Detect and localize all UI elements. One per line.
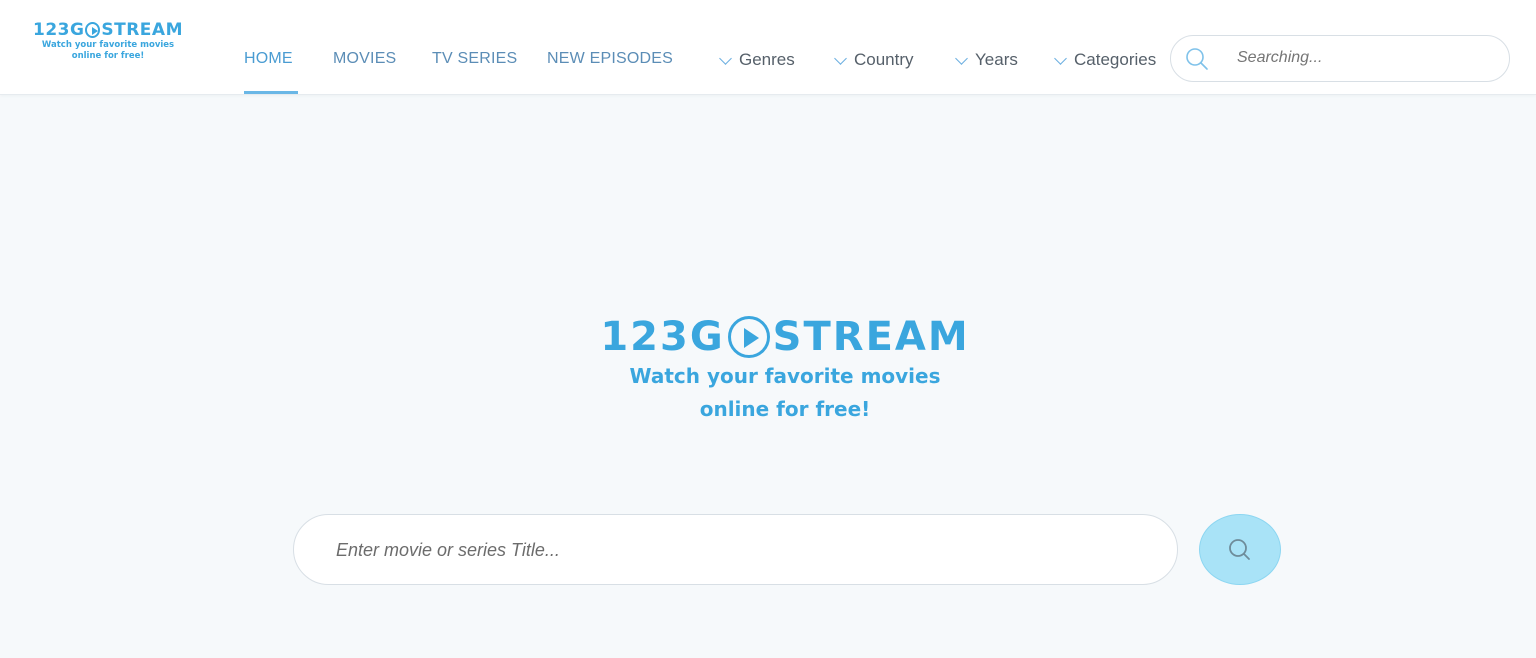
nav-item-new-episodes[interactable]: NEW EPISODES	[547, 50, 673, 68]
dropdown-categories[interactable]: Categories	[1054, 50, 1157, 70]
dropdown-genres-label: Genres	[739, 50, 795, 69]
dropdown-years[interactable]: Years	[955, 50, 1018, 70]
hero-search-button[interactable]	[1199, 514, 1281, 585]
search-icon	[1229, 538, 1250, 560]
site-logo[interactable]: 123G STREAM Watch your favorite movies on…	[33, 20, 183, 62]
hero-logo-wordmark: 123G STREAM	[560, 314, 1010, 360]
header-search-box[interactable]	[1170, 35, 1510, 82]
chevron-down-icon	[955, 51, 968, 65]
chevron-down-icon	[719, 51, 732, 65]
logo-text-right: STREAM	[101, 20, 183, 40]
nav-item-home[interactable]: HOME	[244, 50, 293, 68]
hero-tagline-line1: Watch your favorite movies	[629, 364, 941, 388]
chevron-down-icon	[834, 51, 847, 65]
logo-tagline-line2: online for free!	[71, 51, 145, 61]
dropdown-genres[interactable]: Genres	[719, 50, 795, 70]
header-search-input[interactable]	[1237, 46, 1487, 70]
nav-item-tv-series[interactable]: TV SERIES	[432, 50, 517, 68]
hero-search-input[interactable]	[336, 537, 1136, 563]
play-icon	[727, 316, 770, 358]
logo-tagline-line1: Watch your favorite movies	[41, 40, 175, 50]
nav-active-indicator	[244, 91, 298, 94]
search-icon[interactable]	[1184, 47, 1210, 71]
logo-text-left: 123G	[33, 20, 85, 40]
logo-wordmark: 123G STREAM	[33, 20, 183, 40]
site-header: 123G STREAM Watch your favorite movies on…	[0, 0, 1536, 95]
hero-logo-text-left: 123G	[600, 314, 725, 360]
chevron-down-icon	[1054, 51, 1067, 65]
nav-item-movies[interactable]: MOVIES	[333, 50, 396, 68]
dropdown-country-label: Country	[854, 50, 914, 69]
hero-logo: 123G STREAM Watch your favorite movies on…	[560, 314, 1010, 426]
hero-search-box[interactable]	[293, 514, 1178, 585]
play-icon	[85, 22, 101, 38]
dropdown-country[interactable]: Country	[834, 50, 914, 70]
dropdown-categories-label: Categories	[1074, 50, 1157, 69]
hero-logo-text-right: STREAM	[772, 314, 970, 360]
dropdown-years-label: Years	[975, 50, 1018, 69]
hero-tagline-line2: online for free!	[699, 397, 871, 421]
